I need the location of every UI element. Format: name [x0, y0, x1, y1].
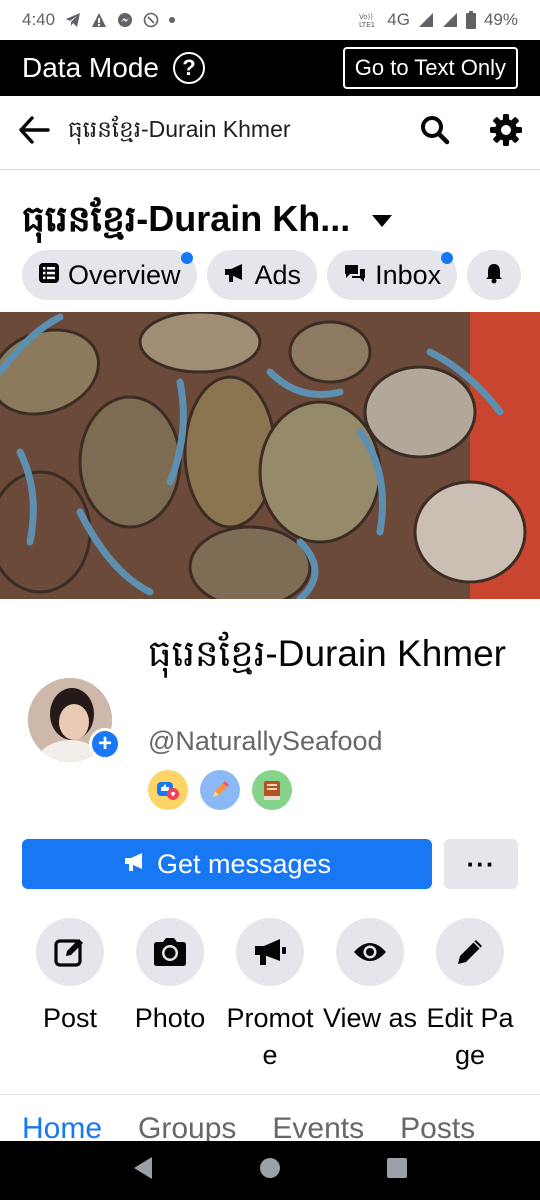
add-photo-button[interactable]: +	[89, 728, 121, 760]
clock: 4:40	[22, 10, 56, 29]
signal-icon	[418, 12, 434, 28]
search-query[interactable]: ធុរេនខ្មែរ-Durain Khmer	[68, 116, 291, 149]
action-label: Promote	[226, 1003, 314, 1070]
profile-name: ធុរេនខ្មែរ-Durain Khmer	[148, 633, 507, 674]
get-messages-label: Get messages	[156, 848, 332, 879]
action-label: Edit Page	[426, 1003, 514, 1070]
profile-handle: @NaturallySeafood	[148, 726, 383, 756]
page-tabs: Home Groups Events Posts	[22, 1112, 540, 1142]
action-promote[interactable]: Promote	[222, 918, 318, 1074]
list-icon	[38, 260, 60, 291]
status-bar: 4:40 Vo)) LTE1 4G 49%	[0, 0, 540, 40]
tab-events[interactable]: Events	[272, 1112, 364, 1142]
back-arrow-icon[interactable]	[18, 116, 50, 149]
chat-icon	[343, 260, 367, 291]
chip-label: Inbox	[375, 259, 442, 290]
caret-down-icon[interactable]	[372, 214, 393, 232]
system-nav-bar	[0, 1141, 540, 1200]
search-icon[interactable]	[420, 115, 450, 150]
chip-label: Overview	[68, 259, 181, 290]
megaphone-icon	[223, 260, 247, 291]
camera-icon	[136, 918, 204, 986]
search-header: ធុរេនខ្មែរ-Durain Khmer	[0, 96, 540, 170]
get-messages-button[interactable]: Get messages	[22, 839, 432, 889]
telegram-icon	[65, 12, 81, 28]
divider	[0, 1094, 540, 1095]
tab-posts[interactable]: Posts	[400, 1112, 475, 1142]
warning-icon	[91, 12, 107, 28]
cover-photo[interactable]	[0, 312, 540, 599]
notification-dot	[441, 252, 454, 264]
eye-icon	[336, 918, 404, 986]
dot-icon	[169, 17, 176, 23]
chip-ads[interactable]: Ads	[206, 250, 318, 300]
svg-text:LTE1: LTE1	[359, 21, 375, 28]
tab-groups[interactable]: Groups	[138, 1112, 236, 1142]
svg-text:Vo)): Vo))	[359, 13, 373, 21]
chip-notifications[interactable]	[467, 250, 522, 300]
megaphone-icon	[123, 849, 147, 880]
page-actions: Post Photo Promote View as Edit Page	[22, 918, 518, 1074]
signal-icon	[442, 12, 458, 28]
volte-icon: Vo)) LTE1	[359, 12, 379, 28]
action-photo[interactable]: Photo	[122, 918, 218, 1074]
megaphone-icon	[236, 918, 304, 986]
recents-square-icon[interactable]	[386, 1157, 408, 1184]
notification-dot	[180, 252, 193, 264]
action-view-as[interactable]: View as	[322, 918, 418, 1074]
chip-label: Ads	[254, 259, 302, 290]
bell-icon	[483, 260, 505, 291]
sync-icon	[143, 12, 159, 28]
likes-badge-icon[interactable]	[148, 770, 188, 810]
chip-inbox[interactable]: Inbox	[327, 250, 458, 300]
battery-level: 49%	[483, 10, 518, 29]
action-label: View as	[322, 1003, 418, 1033]
data-mode-bar: Data Mode ? Go to Text Only	[0, 40, 540, 96]
back-triangle-icon[interactable]	[132, 1156, 154, 1185]
home-circle-icon[interactable]	[259, 1157, 281, 1184]
data-mode-title: Data Mode	[22, 52, 159, 83]
action-label: Photo	[134, 1003, 206, 1033]
page-header[interactable]: ធុរេនខ្មែរ-Durain Kh...	[22, 196, 393, 249]
pencil-badge-icon[interactable]	[200, 770, 240, 810]
battery-icon	[465, 11, 476, 29]
more-options-button[interactable]: ···	[444, 839, 518, 889]
book-badge-icon[interactable]	[252, 770, 292, 810]
action-label: Post	[42, 1003, 98, 1033]
action-edit-page[interactable]: Edit Page	[422, 918, 518, 1074]
tab-home[interactable]: Home	[22, 1112, 102, 1142]
gear-icon[interactable]	[490, 114, 522, 151]
page-title[interactable]: ធុរេនខ្មែរ-Durain Kh...	[22, 196, 350, 249]
action-post[interactable]: Post	[22, 918, 118, 1074]
network-type: 4G	[387, 10, 410, 29]
messenger-icon	[117, 12, 133, 28]
help-button[interactable]: ?	[172, 52, 205, 84]
edit-icon	[36, 918, 104, 986]
text-only-button[interactable]: Go to Text Only	[342, 47, 518, 89]
page-tools-chips: Overview Ads Inbox	[22, 250, 522, 300]
pencil-icon	[436, 918, 504, 986]
badges-row	[148, 770, 292, 810]
chip-overview[interactable]: Overview	[22, 250, 197, 300]
